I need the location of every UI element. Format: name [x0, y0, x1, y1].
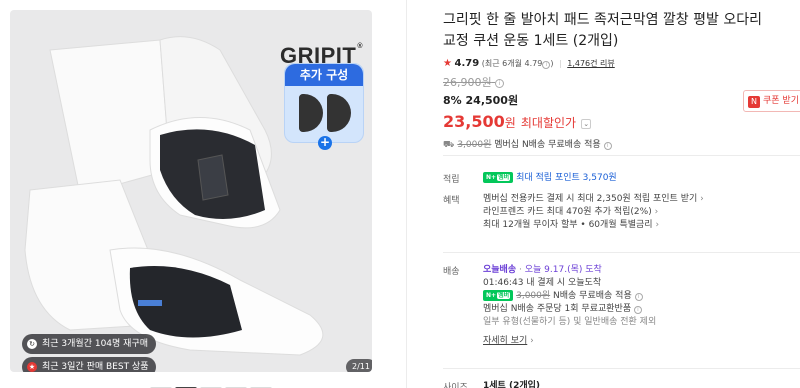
- delivery-cutoff: 01:46:43 내 결제 시 오늘도착: [483, 278, 602, 288]
- product-info: 그리핏 한 줄 발아치 패드 족저근막염 깔창 평발 오다리 교정 쿠션 운동 …: [443, 10, 800, 152]
- thumbnail-strip[interactable]: [150, 380, 275, 388]
- option-label: 사이즈: [443, 383, 468, 388]
- star-icon: ★: [443, 58, 452, 69]
- product-title: 그리핏 한 줄 발아치 패드 족저근막염 깔창 평발 오다리 교정 쿠션 운동 …: [443, 12, 762, 49]
- addon-tag: 추가 구성: [285, 64, 363, 86]
- column-divider: [406, 0, 407, 388]
- delivery-exception: 일부 유형(선물하기 등) 및 일반배송 전환 제외: [483, 317, 657, 327]
- benefit-item[interactable]: 멤버십 전용카드 결제 시 최대 2,350원 적립 포인트 받기 ›: [483, 193, 704, 206]
- section-divider: [443, 155, 800, 156]
- info-icon[interactable]: i: [603, 142, 612, 150]
- section-divider: [443, 368, 800, 369]
- chevron-down-icon[interactable]: ⌄: [581, 119, 592, 129]
- info-icon[interactable]: i: [495, 79, 505, 88]
- max-points[interactable]: 최대 적립 포인트 3,570원: [516, 173, 617, 183]
- plus-icon: +: [318, 135, 332, 150]
- image-pager: 2/11: [346, 359, 372, 372]
- max-discount-price: 23,500원 최대할인가 ⌄: [443, 110, 800, 134]
- rating-row: ★ 4.79 (최근 6개월 4.79 i) | 1,476건 리뷰: [443, 58, 615, 69]
- review-link[interactable]: 1,476건 리뷰: [567, 59, 615, 68]
- benefit-item[interactable]: 최대 12개월 무이자 할부 • 60개월 특별금리 ›: [483, 219, 704, 232]
- delivery-eta: 오늘 9.17.(목) 도착: [524, 265, 602, 275]
- coupon-icon: N: [748, 96, 760, 108]
- rating-score: 4.79: [454, 58, 480, 69]
- max-discount-label: 최대할인가: [520, 116, 577, 130]
- option-value[interactable]: 1세트 (2개입): [483, 380, 540, 388]
- info-icon[interactable]: i: [633, 306, 642, 314]
- more-details-link[interactable]: 자세히 보기: [483, 336, 527, 346]
- best-icon: ★: [27, 362, 37, 372]
- delivery-label: 배송: [443, 267, 460, 277]
- product-image-gallery[interactable]: GRIPIT® 추가 구성 + ↻ 최근 3개월간 104명 재구매 ★ 최근 …: [10, 10, 372, 372]
- npay-badge: N+ 멤버: [483, 172, 514, 183]
- points-label: 적립: [443, 175, 460, 185]
- benefits-label: 혜택: [443, 196, 460, 206]
- truck-icon: ⛟: [443, 140, 455, 150]
- npay-badge: N+ 멤버: [483, 290, 514, 301]
- original-price: 26,900원 i: [443, 75, 800, 91]
- benefit-item[interactable]: 라인프렌즈 카드 최대 470원 추가 적립(2%) ›: [483, 206, 704, 219]
- shipping-note: ⛟ 3,000원 멤버십 N배송 무료배송 적용 i: [443, 138, 800, 152]
- repurchase-badge: ↻ 최근 3개월간 104명 재구매: [22, 334, 157, 354]
- addon-card[interactable]: 추가 구성 +: [284, 63, 364, 150]
- repurchase-icon: ↻: [27, 339, 37, 349]
- return-policy: 멤버십 N배송 주문당 1회 무료교환반품: [483, 304, 632, 314]
- arch-pads-image: [299, 94, 351, 132]
- today-delivery-chip: 오늘배송: [483, 265, 517, 275]
- info-icon[interactable]: i: [634, 293, 643, 301]
- section-divider: [443, 252, 800, 253]
- best-seller-badge: ★ 최근 3일간 판매 BEST 상품: [22, 357, 157, 372]
- coupon-button[interactable]: N 쿠폰 받기: [743, 90, 800, 112]
- rating-detail: (최근 6개월 4.79: [481, 59, 543, 68]
